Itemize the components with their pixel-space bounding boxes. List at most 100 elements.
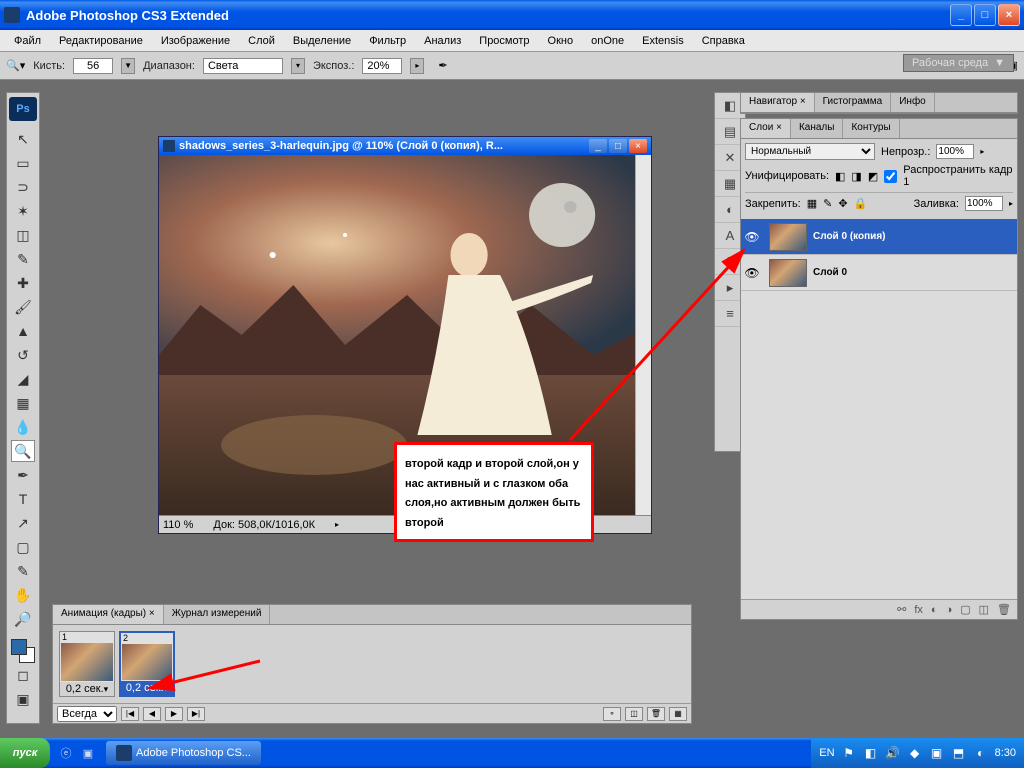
tab-histogram[interactable]: Гистограмма bbox=[815, 93, 892, 112]
delete-layer-icon[interactable]: 🗑 bbox=[997, 603, 1011, 616]
screenmode-toggle[interactable]: ▣ bbox=[11, 688, 35, 710]
lock-paint-icon[interactable]: ✎ bbox=[823, 197, 832, 210]
menu-select[interactable]: Выделение bbox=[285, 32, 359, 50]
layer-thumbnail[interactable] bbox=[769, 223, 807, 251]
airbrush-icon[interactable]: ✒ bbox=[438, 59, 447, 72]
eraser-tool[interactable]: ◢ bbox=[11, 368, 35, 390]
tab-layers[interactable]: Слои × bbox=[741, 119, 791, 138]
opacity-input[interactable] bbox=[936, 144, 974, 159]
doc-close-button[interactable]: × bbox=[629, 139, 647, 153]
animation-frame[interactable]: 2 0,2 сек.▾ bbox=[119, 631, 175, 697]
quicklaunch-desktop-icon[interactable]: ▣ bbox=[78, 743, 98, 763]
dodge-tool-icon[interactable]: 🔍▾ bbox=[6, 59, 25, 72]
unify-icon-3[interactable]: ◩ bbox=[868, 170, 878, 183]
clock[interactable]: 8:30 bbox=[995, 747, 1016, 759]
link-layers-icon[interactable]: ⚯ bbox=[897, 603, 906, 616]
layer-visibility-icon[interactable]: 👁 bbox=[741, 230, 763, 244]
range-chevron[interactable]: ▾ bbox=[291, 58, 305, 74]
layer-style-icon[interactable]: fx bbox=[914, 604, 923, 616]
frame-delay[interactable]: 0,2 сек.▾ bbox=[60, 682, 114, 696]
menu-layer[interactable]: Слой bbox=[240, 32, 283, 50]
range-select[interactable]: Света bbox=[203, 58, 283, 74]
crop-tool[interactable]: ◫ bbox=[11, 224, 35, 246]
path-tool[interactable]: ↗ bbox=[11, 512, 35, 534]
quickmask-toggle[interactable]: ◻ bbox=[11, 664, 35, 686]
frame-delay[interactable]: 0,2 сек.▾ bbox=[121, 681, 173, 695]
exposure-chevron[interactable]: ▸ bbox=[410, 58, 424, 74]
loop-select[interactable]: Всегда bbox=[57, 706, 117, 722]
tab-channels[interactable]: Каналы bbox=[791, 119, 844, 138]
doc-minimize-button[interactable]: _ bbox=[589, 139, 607, 153]
minimize-button[interactable]: _ bbox=[950, 4, 972, 26]
menu-edit[interactable]: Редактирование bbox=[51, 32, 151, 50]
layer-mask-icon[interactable]: ◐ bbox=[931, 604, 938, 616]
lock-trans-icon[interactable]: ▦ bbox=[807, 197, 817, 210]
menu-image[interactable]: Изображение bbox=[153, 32, 238, 50]
layer-name[interactable]: Слой 0 (копия) bbox=[813, 231, 885, 242]
prev-frame-button[interactable]: ◀ bbox=[143, 707, 161, 721]
move-tool[interactable]: ↖ bbox=[11, 128, 35, 150]
start-button[interactable]: пуск bbox=[0, 738, 50, 768]
notes-tool[interactable]: ✎ bbox=[11, 560, 35, 582]
document-titlebar[interactable]: shadows_series_3-harlequin.jpg @ 110% (С… bbox=[159, 137, 651, 155]
tray-icon[interactable]: ⚑ bbox=[841, 745, 857, 761]
hand-tool[interactable]: ✋ bbox=[11, 584, 35, 606]
duplicate-frame-button[interactable]: ◫ bbox=[625, 707, 643, 721]
menu-file[interactable]: Файл bbox=[6, 32, 49, 50]
quicklaunch-ie-icon[interactable]: ⓔ bbox=[56, 743, 76, 763]
tray-volume-icon[interactable]: 🔊 bbox=[885, 745, 901, 761]
pen-tool[interactable]: ✒ bbox=[11, 464, 35, 486]
wand-tool[interactable]: ✶ bbox=[11, 200, 35, 222]
adjustment-layer-icon[interactable]: ◑ bbox=[946, 604, 953, 616]
play-button[interactable]: ▶ bbox=[165, 707, 183, 721]
maximize-button[interactable]: □ bbox=[974, 4, 996, 26]
tab-measurement-log[interactable]: Журнал измерений bbox=[164, 605, 271, 624]
zoom-level[interactable]: 110 % bbox=[163, 519, 193, 531]
doc-maximize-button[interactable]: □ bbox=[609, 139, 627, 153]
menu-window[interactable]: Окно bbox=[540, 32, 582, 50]
close-button[interactable]: × bbox=[998, 4, 1020, 26]
menu-help[interactable]: Справка bbox=[694, 32, 753, 50]
marquee-tool[interactable]: ▭ bbox=[11, 152, 35, 174]
tween-button[interactable]: ⚬ bbox=[603, 707, 621, 721]
tray-icon[interactable]: ◐ bbox=[973, 745, 989, 761]
tray-network-icon[interactable]: ◧ bbox=[863, 745, 879, 761]
menu-extensis[interactable]: Extensis bbox=[634, 32, 692, 50]
healing-tool[interactable]: ✚ bbox=[11, 272, 35, 294]
language-indicator[interactable]: EN bbox=[819, 747, 834, 759]
opacity-chevron[interactable]: ▸ bbox=[980, 147, 984, 156]
blur-tool[interactable]: 💧 bbox=[11, 416, 35, 438]
timeline-mode-button[interactable]: ▦ bbox=[669, 707, 687, 721]
layer-thumbnail[interactable] bbox=[769, 259, 807, 287]
menu-analysis[interactable]: Анализ bbox=[416, 32, 469, 50]
layer-group-icon[interactable]: ▢ bbox=[960, 603, 970, 616]
menu-view[interactable]: Просмотр bbox=[471, 32, 537, 50]
tab-info[interactable]: Инфо bbox=[891, 93, 935, 112]
zoom-tool[interactable]: 🔎 bbox=[11, 608, 35, 630]
eyedropper-tool[interactable]: ✎ bbox=[11, 248, 35, 270]
taskbar-item-photoshop[interactable]: Adobe Photoshop CS... bbox=[106, 741, 261, 765]
lasso-tool[interactable]: ⊃ bbox=[11, 176, 35, 198]
layer-visibility-icon[interactable]: 👁 bbox=[741, 266, 763, 280]
shape-tool[interactable]: ▢ bbox=[11, 536, 35, 558]
tray-icon[interactable]: ◆ bbox=[907, 745, 923, 761]
type-tool[interactable]: T bbox=[11, 488, 35, 510]
propagate-checkbox[interactable] bbox=[884, 170, 897, 183]
menu-filter[interactable]: Фильтр bbox=[361, 32, 414, 50]
tab-paths[interactable]: Контуры bbox=[843, 119, 899, 138]
lock-all-icon[interactable]: 🔒 bbox=[854, 197, 868, 210]
brush-size[interactable]: 56 bbox=[73, 58, 113, 74]
exposure-value[interactable]: 20% bbox=[362, 58, 402, 74]
stamp-tool[interactable]: ▲ bbox=[11, 320, 35, 342]
fill-input[interactable] bbox=[965, 196, 1003, 211]
layer-row[interactable]: 👁 Слой 0 bbox=[741, 255, 1017, 291]
document-scrollbar-vertical[interactable] bbox=[635, 155, 651, 515]
tab-animation[interactable]: Анимация (кадры) × bbox=[53, 605, 164, 624]
delete-frame-button[interactable]: 🗑 bbox=[647, 707, 665, 721]
unify-icon-2[interactable]: ◨ bbox=[851, 170, 861, 183]
blend-mode-select[interactable]: Нормальный bbox=[745, 143, 875, 160]
history-brush-tool[interactable]: ↺ bbox=[11, 344, 35, 366]
tray-icon[interactable]: ⬒ bbox=[951, 745, 967, 761]
layer-row[interactable]: 👁 Слой 0 (копия) bbox=[741, 219, 1017, 255]
new-layer-icon[interactable]: ◫ bbox=[979, 603, 989, 616]
